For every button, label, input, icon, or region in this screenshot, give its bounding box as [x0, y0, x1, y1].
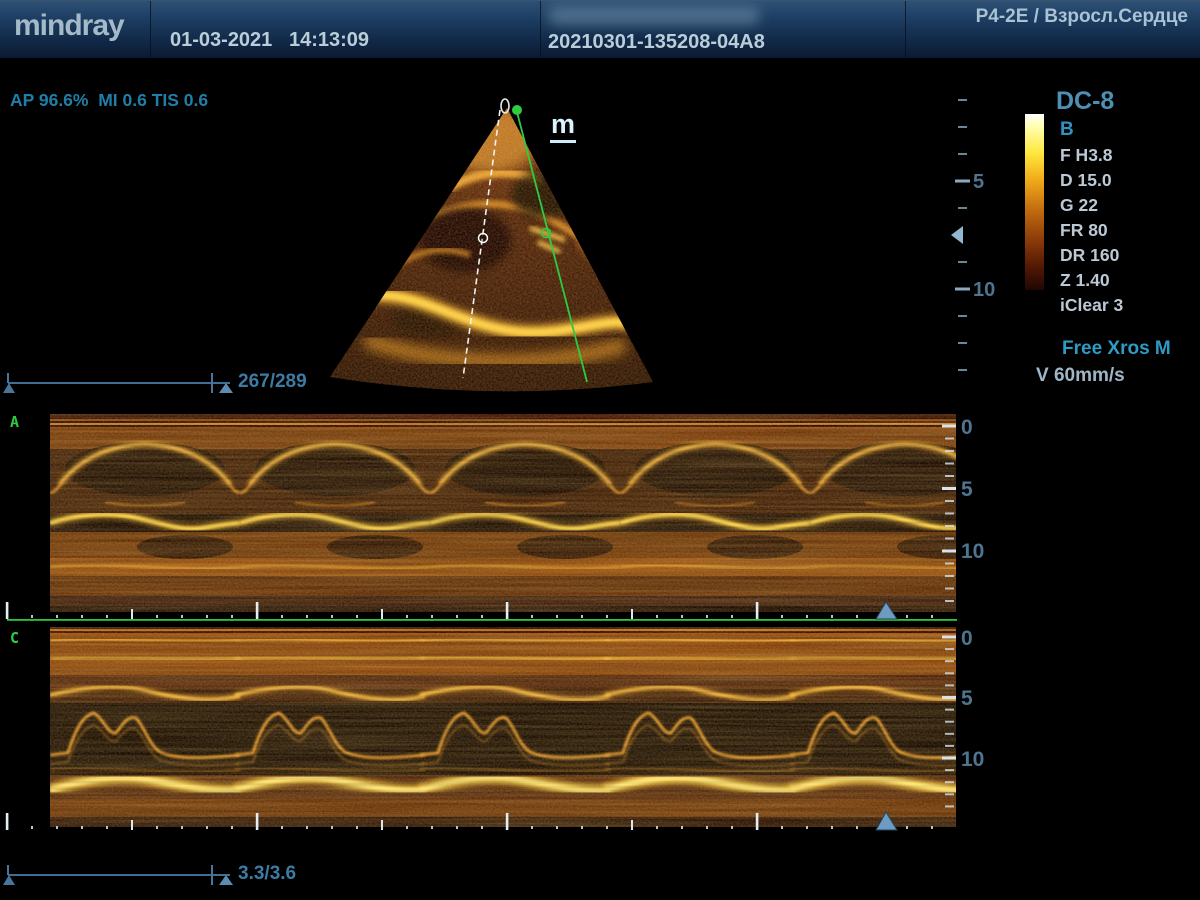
sweep-speed: V 60mm/s	[1036, 365, 1125, 387]
mmode-a-depth-ruler: 0 5 10	[936, 415, 1006, 615]
mmode-c-depth-label: 0	[961, 628, 973, 650]
cine-start-marker-icon	[3, 383, 15, 393]
header-divider	[150, 1, 151, 59]
frame-counter: 267/289	[238, 371, 307, 393]
free-xros-m-label: Free Xros M	[1062, 338, 1171, 360]
mmode-panel-a-label: A	[10, 413, 19, 431]
focus-marker-icon[interactable]	[951, 226, 963, 244]
mmode-a-depth-ticks	[942, 425, 956, 603]
cine-position-marker-icon[interactable]	[219, 383, 233, 393]
bmode-depth-label: 5	[973, 171, 984, 193]
bmode-tissue	[280, 85, 720, 395]
param-gain: G 22	[1060, 193, 1123, 218]
mmode-c-depth-label: 10	[961, 748, 984, 771]
patient-name-redacted	[548, 7, 760, 25]
param-iclear: iClear 3	[1060, 293, 1123, 318]
mindray-logo: mindray	[14, 9, 124, 43]
mmode-a-depth-label: 10	[961, 540, 984, 563]
header-divider	[905, 1, 906, 59]
bmode-depth-label: 10	[973, 279, 995, 301]
param-framerate: FR 80	[1060, 218, 1123, 243]
system-model: DC-8	[1056, 87, 1114, 116]
mmode-a-depth-label: 5	[961, 478, 973, 501]
exam-id: 20210301-135208-04A8	[548, 31, 765, 54]
mmode-cursor-handle-a[interactable]	[479, 234, 488, 243]
cine-position-marker-icon[interactable]	[219, 875, 233, 885]
cine-time-counter: 3.3/3.6	[238, 863, 296, 885]
cursor-apex-dot[interactable]	[512, 105, 522, 115]
cine-start-marker-icon	[3, 875, 15, 885]
sweep-position-marker-icon[interactable]	[876, 812, 897, 830]
mmode-c-depth-ruler: 0 5 10	[936, 628, 1006, 828]
apex-bracket-icon	[501, 99, 509, 113]
datetime-display: 01-03-2021 14:13:09	[170, 29, 369, 52]
mmode-bottom-time-ruler	[0, 806, 960, 836]
bmode-sector-image	[280, 85, 720, 395]
ecg-baseline	[7, 619, 957, 621]
mmode-panel-c-label: C	[10, 629, 19, 647]
probe-preset: P4-2E / Взросл.Сердце	[976, 6, 1188, 28]
mmode-trace-a	[50, 414, 956, 612]
mmode-c-depth-label: 5	[961, 687, 973, 710]
mmode-c-depth-ticks	[942, 636, 956, 808]
grayscale-colorbar	[1025, 114, 1044, 290]
param-frequency: F H3.8	[1060, 143, 1123, 168]
time-ruler-ticks	[6, 813, 933, 830]
ultrasound-screen: mindray 01-03-2021 14:13:09 20210301-135…	[0, 0, 1200, 900]
time-ruler-ticks	[6, 602, 933, 619]
header-divider	[540, 1, 541, 59]
param-dynamicrange: DR 160	[1060, 243, 1123, 268]
mode-indicator: B	[1060, 119, 1074, 141]
mmode-time-baseline	[0, 598, 960, 624]
param-depth: D 15.0	[1060, 168, 1123, 193]
acoustic-output-status: AP 96.6% MI 0.6 TIS 0.6	[10, 90, 208, 111]
bmode-depth-ruler: 5 10	[950, 92, 1010, 392]
param-zoom: Z 1.40	[1060, 268, 1123, 293]
mmode-a-depth-label: 0	[961, 416, 973, 439]
sweep-position-marker-icon[interactable]	[876, 602, 897, 619]
mmode-trace-c	[50, 627, 956, 827]
imaging-parameters: F H3.8 D 15.0 G 22 FR 80 DR 160 Z 1.40 i…	[1060, 143, 1123, 318]
header-bar: mindray 01-03-2021 14:13:09 20210301-135…	[0, 0, 1200, 58]
